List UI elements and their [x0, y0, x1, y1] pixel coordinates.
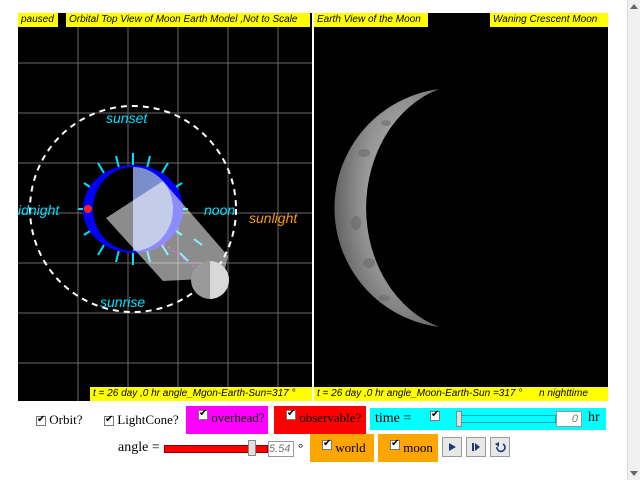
sunlight-label: sunlight	[249, 210, 298, 226]
orbit-checkbox[interactable]	[36, 414, 46, 427]
earth-view-panel	[314, 13, 608, 401]
time-unit: hr	[588, 410, 600, 425]
angle-value-field[interactable]: 5.54	[268, 441, 294, 457]
orbital-view-panel: sunset sunrise idnight noon sunlight	[18, 13, 312, 401]
observable-checkbox[interactable]	[286, 408, 296, 420]
page-scrollbar[interactable]	[627, 0, 640, 480]
overhead-checkbox[interactable]	[198, 408, 208, 420]
sunrise-label: sunrise	[100, 294, 145, 310]
lightcone-label: LightCone?	[117, 412, 179, 427]
observer-marker	[84, 205, 92, 213]
lightcone-option[interactable]: LightCone?	[104, 412, 179, 428]
world-toggle[interactable]: world	[310, 434, 374, 462]
overhead-toggle[interactable]: overhead?	[186, 406, 268, 434]
orbital-view-canvas[interactable]: sunset sunrise idnight noon sunlight	[18, 13, 312, 401]
left-panel-title: Orbital Top View of Moon Earth Model ,No…	[66, 13, 310, 27]
nighttime-label: n nighttime	[536, 387, 608, 401]
angle-unit: °	[298, 440, 304, 455]
step-icon	[472, 443, 480, 451]
overhead-label: overhead?	[211, 410, 265, 425]
reset-icon	[495, 442, 506, 453]
lightcone-checkbox[interactable]	[104, 414, 114, 427]
noon-label: noon	[204, 202, 235, 218]
world-checkbox[interactable]	[322, 438, 332, 450]
scroll-up-icon[interactable]	[630, 4, 638, 9]
moon-toggle[interactable]: moon	[378, 434, 438, 462]
moon-view-canvas	[334, 89, 439, 327]
orbit-option[interactable]: Orbit?	[36, 412, 82, 428]
moon-checkbox[interactable]	[390, 438, 400, 450]
time-label: time =	[375, 411, 412, 426]
midnight-label: idnight	[18, 202, 60, 218]
time-label-box: time =	[370, 408, 418, 430]
reset-button[interactable]	[490, 437, 510, 457]
left-panel-footer: t = 26 day ,0 hr angle_Mgon-Earth-Sun=31…	[90, 387, 312, 401]
time-slider-handle[interactable]	[456, 411, 462, 427]
sunset-label: sunset	[106, 110, 148, 126]
status-label: paused	[18, 13, 58, 27]
moon-label: moon	[403, 440, 433, 455]
angle-slider-handle[interactable]	[248, 440, 256, 456]
angle-label: angle =	[118, 440, 160, 455]
time-checkbox[interactable]	[430, 409, 440, 421]
observable-label: observable?	[299, 410, 362, 425]
step-button[interactable]	[466, 437, 486, 457]
orbit-label: Orbit?	[49, 412, 83, 427]
observable-toggle[interactable]: observable?	[274, 406, 366, 434]
play-button[interactable]	[442, 437, 462, 457]
play-icon	[449, 443, 456, 451]
time-checkbox-box[interactable]	[418, 408, 454, 430]
moon-phase-label: Waning Crescent Moon	[490, 13, 608, 27]
right-panel-title: Earth View of the Moon	[314, 13, 428, 27]
time-value-field[interactable]: 0	[556, 411, 582, 427]
right-panel-footer: t = 26 day ,0 hr angle_Moon-Earth-Sun =3…	[314, 387, 536, 401]
moon-lit-half	[210, 261, 229, 299]
world-label: world	[335, 440, 366, 455]
time-slider[interactable]	[456, 415, 556, 423]
scroll-down-icon[interactable]	[630, 471, 638, 476]
